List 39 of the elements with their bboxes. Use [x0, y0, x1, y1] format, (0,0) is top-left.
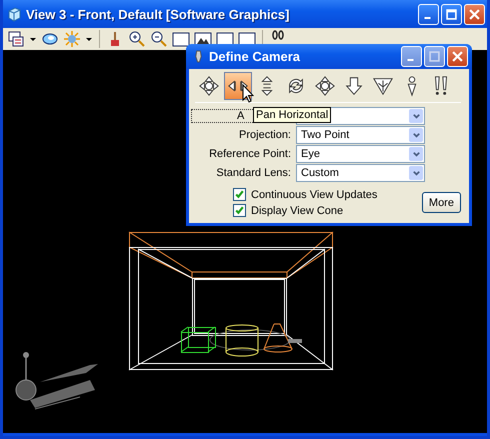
checkbox-label: Continuous View Updates [251, 188, 378, 200]
close-button[interactable] [447, 46, 468, 67]
minimize-icon [424, 16, 430, 18]
minimize-icon [406, 59, 414, 61]
cursor-icon [242, 84, 254, 103]
checkbox[interactable] [233, 188, 246, 201]
move-arrows-icon [198, 75, 220, 97]
maximize-icon [429, 51, 440, 62]
minimize-button[interactable] [418, 4, 439, 24]
close-button[interactable] [464, 4, 485, 24]
field-label: Projection: [238, 129, 291, 141]
maximize-button[interactable] [441, 4, 462, 24]
zoom-out-icon[interactable] [150, 30, 168, 48]
close-icon [452, 51, 463, 62]
dialog-title: Define Camera [209, 49, 302, 64]
move-arrows-icon [314, 75, 336, 97]
down-arrow-icon [343, 75, 365, 97]
field-label: Standard Lens: [215, 167, 291, 179]
view-window-icon[interactable] [172, 30, 190, 48]
maximize-icon [446, 8, 457, 20]
dropdown-icon[interactable] [85, 35, 93, 43]
checkbox[interactable] [233, 204, 246, 217]
maximize-button[interactable] [424, 46, 445, 67]
close-icon [469, 8, 480, 20]
dropdown-field[interactable]: Custom [296, 164, 425, 182]
dropdown-field[interactable]: Two Point [296, 126, 425, 144]
funnel-icon [372, 75, 394, 97]
cube-icon [6, 6, 22, 22]
field-label: Reference Point: [208, 148, 291, 160]
checkbox-label: Display View Cone [251, 204, 344, 216]
window-title: View 3 - Front, Default [Software Graphics] [26, 6, 290, 22]
dropdown-icon[interactable] [29, 35, 37, 43]
hand-icon [194, 49, 203, 64]
dropdown-field[interactable]: Eye [296, 145, 425, 163]
tooltip: Pan Horizontal [253, 107, 332, 123]
view-list-icon[interactable] [7, 30, 25, 48]
minimize-button[interactable] [401, 46, 422, 67]
more-button[interactable]: More [422, 192, 461, 213]
zoom-in-icon[interactable] [128, 30, 146, 48]
